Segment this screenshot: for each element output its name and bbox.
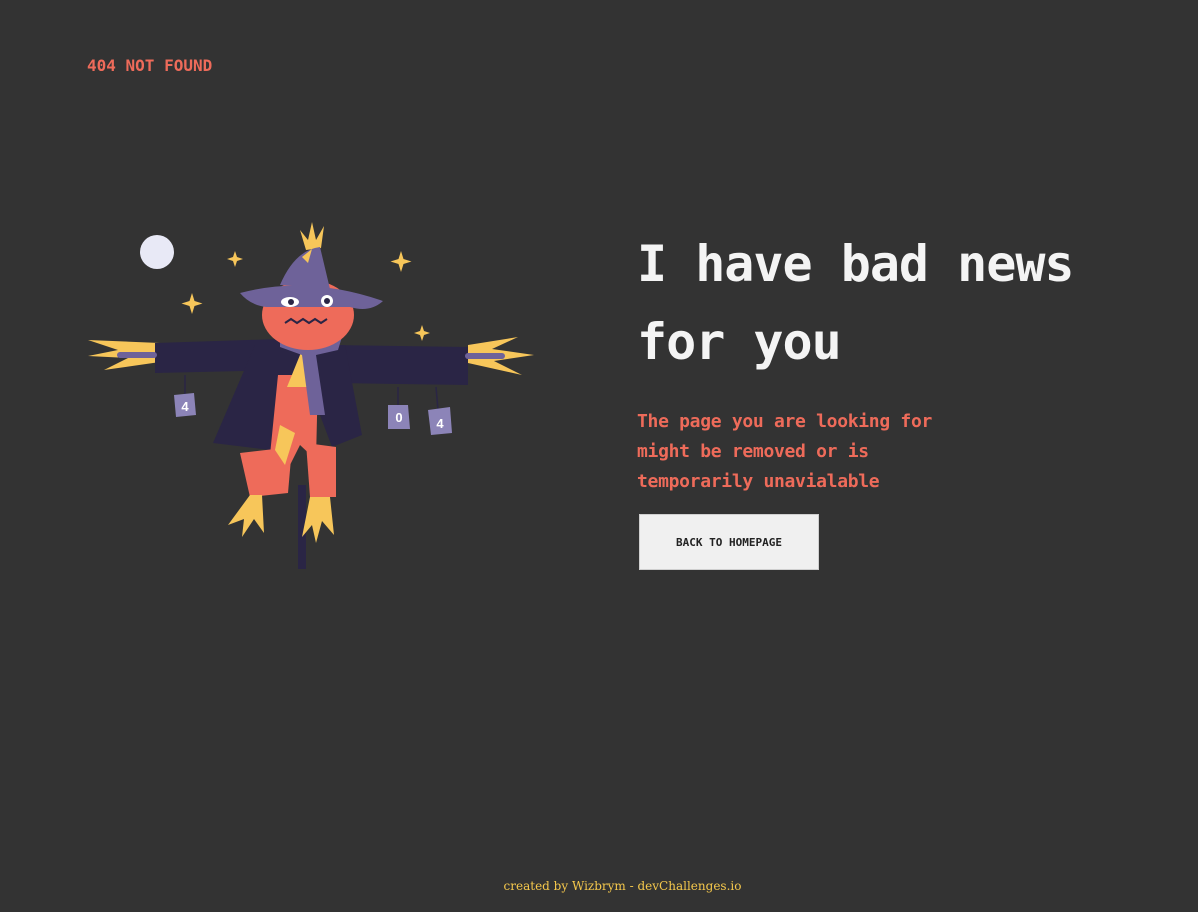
moon-icon — [140, 235, 174, 269]
page-title: I have bad news for you — [637, 235, 1075, 371]
can-label: 4 — [181, 399, 189, 414]
brand-logo-text: 404 NOT FOUND — [87, 56, 213, 75]
footer-credit: created by Wizbrym - devChallenges.io — [503, 879, 742, 893]
back-to-homepage-button[interactable]: BACK TO HOMEPAGE — [639, 514, 819, 570]
error-description: The page you are looking for might be re… — [637, 411, 933, 492]
scarecrow-illustration: 4 0 4 — [88, 222, 534, 569]
can-label: 4 — [436, 416, 444, 431]
message-section: I have bad news for you The page you are… — [637, 225, 1157, 497]
can-label: 0 — [395, 410, 402, 425]
